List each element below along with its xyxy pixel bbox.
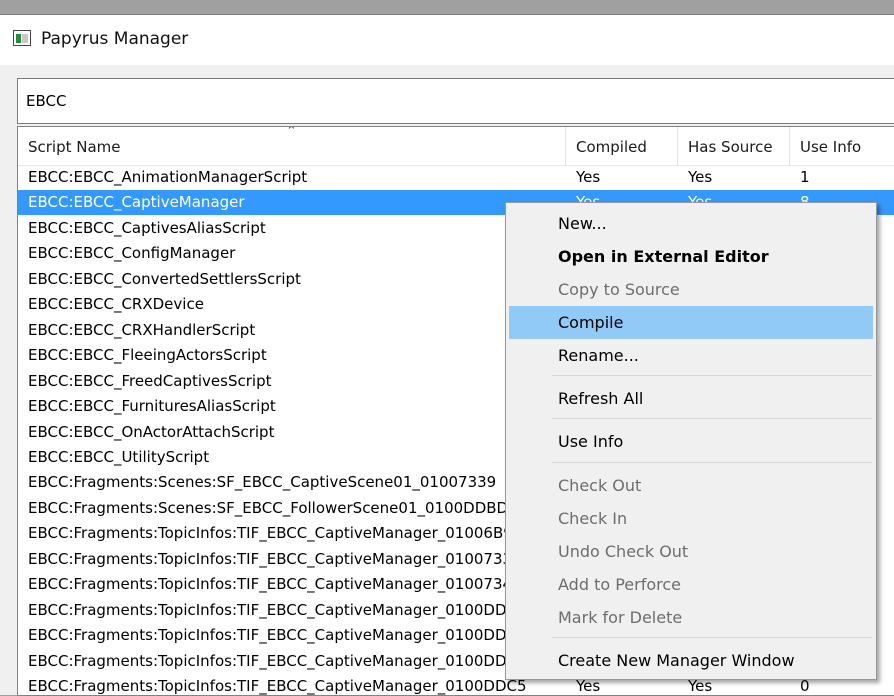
menu-item-add-to-perforce[interactable]: Add to Perforce <box>509 568 873 601</box>
filter-input[interactable] <box>17 78 894 124</box>
cell-script-name: EBCC:EBCC_ConfigManager <box>28 244 236 263</box>
cell-script-name: EBCC:Fragments:Scenes:SF_EBCC_CaptiveSce… <box>28 473 497 492</box>
cell-script-name: EBCC:Fragments:TopicInfos:TIF_EBCC_Capti… <box>28 651 507 670</box>
cell-script-name: EBCC:Fragments:TopicInfos:TIF_EBCC_Capti… <box>28 677 527 695</box>
cell-compiled: Yes <box>576 168 601 186</box>
sort-ascending-arrow-icon: ⌃ <box>286 126 297 139</box>
menu-separator <box>552 375 872 376</box>
cell-script-name: EBCC:Fragments:TopicInfos:TIF_EBCC_Capti… <box>28 626 507 645</box>
column-header-use-info[interactable]: Use Info <box>790 127 894 165</box>
menu-item-check-in[interactable]: Check In <box>509 502 873 535</box>
cell-script-name: EBCC:EBCC_AnimationManagerScript <box>28 168 308 186</box>
context-menu: New... Open in External Editor Copy to Sou… <box>505 202 877 680</box>
menu-item-use-info[interactable]: Use Info <box>509 425 873 458</box>
menu-item-compile[interactable]: Compile <box>509 306 873 339</box>
cell-script-name: EBCC:EBCC_FleeingActorsScript <box>28 346 267 365</box>
cell-script-name: EBCC:EBCC_OnActorAttachScript <box>28 422 275 441</box>
cell-script-name: EBCC:Fragments:TopicInfos:TIF_EBCC_Capti… <box>28 549 513 568</box>
cell-script-name: EBCC:EBCC_CaptiveManager <box>28 193 245 212</box>
cell-script-name: EBCC:Fragments:TopicInfos:TIF_EBCC_Capti… <box>28 575 513 594</box>
menu-item-mark-for-delete[interactable]: Mark for Delete <box>509 601 873 634</box>
list-header: Script Name Compiled Has Source Use Info… <box>18 127 894 166</box>
window-title: Papyrus Manager <box>41 29 189 49</box>
menu-item-new[interactable]: New... <box>509 207 873 240</box>
column-header-has-source[interactable]: Has Source <box>678 127 790 165</box>
papyrus-manager-icon <box>13 30 31 46</box>
column-header-compiled[interactable]: Compiled <box>566 127 678 165</box>
cell-script-name: EBCC:Fragments:TopicInfos:TIF_EBCC_Capti… <box>28 524 513 543</box>
cell-has-source: Yes <box>688 168 713 186</box>
cell-script-name: EBCC:EBCC_CRXDevice <box>28 295 204 314</box>
menu-item-refresh-all[interactable]: Refresh All <box>509 382 873 415</box>
menu-item-open-in-external-editor[interactable]: Open in External Editor <box>509 240 873 273</box>
menu-item-copy-to-source[interactable]: Copy to Source <box>509 273 873 306</box>
menu-separator <box>552 637 872 638</box>
table-row[interactable]: EBCC:EBCC_AnimationManagerScript Yes Yes 1 <box>18 165 894 190</box>
menu-item-check-out[interactable]: Check Out <box>509 469 873 502</box>
menu-separator <box>552 462 872 463</box>
cell-use-info: 1 <box>800 168 810 186</box>
cell-script-name: EBCC:Fragments:Scenes:SF_EBCC_FollowerSc… <box>28 498 509 517</box>
cell-script-name: EBCC:EBCC_CaptivesAliasScript <box>28 218 266 237</box>
cell-script-name: EBCC:EBCC_CRXHandlerScript <box>28 320 256 339</box>
cell-script-name: EBCC:EBCC_ConvertedSettlersScript <box>28 269 301 288</box>
cell-script-name: EBCC:EBCC_FurnituresAliasScript <box>28 397 276 416</box>
title-bar[interactable]: Papyrus Manager <box>0 15 894 65</box>
cell-script-name: EBCC:EBCC_UtilityScript <box>28 447 210 466</box>
cell-script-name: EBCC:Fragments:TopicInfos:TIF_EBCC_Capti… <box>28 600 511 619</box>
cell-script-name: EBCC:EBCC_FreedCaptivesScript <box>28 371 272 390</box>
menu-item-create-new-manager-window[interactable]: Create New Manager Window <box>509 644 873 677</box>
menu-item-rename[interactable]: Rename... <box>509 339 873 372</box>
menu-separator <box>552 418 872 419</box>
menu-item-undo-check-out[interactable]: Undo Check Out <box>509 535 873 568</box>
